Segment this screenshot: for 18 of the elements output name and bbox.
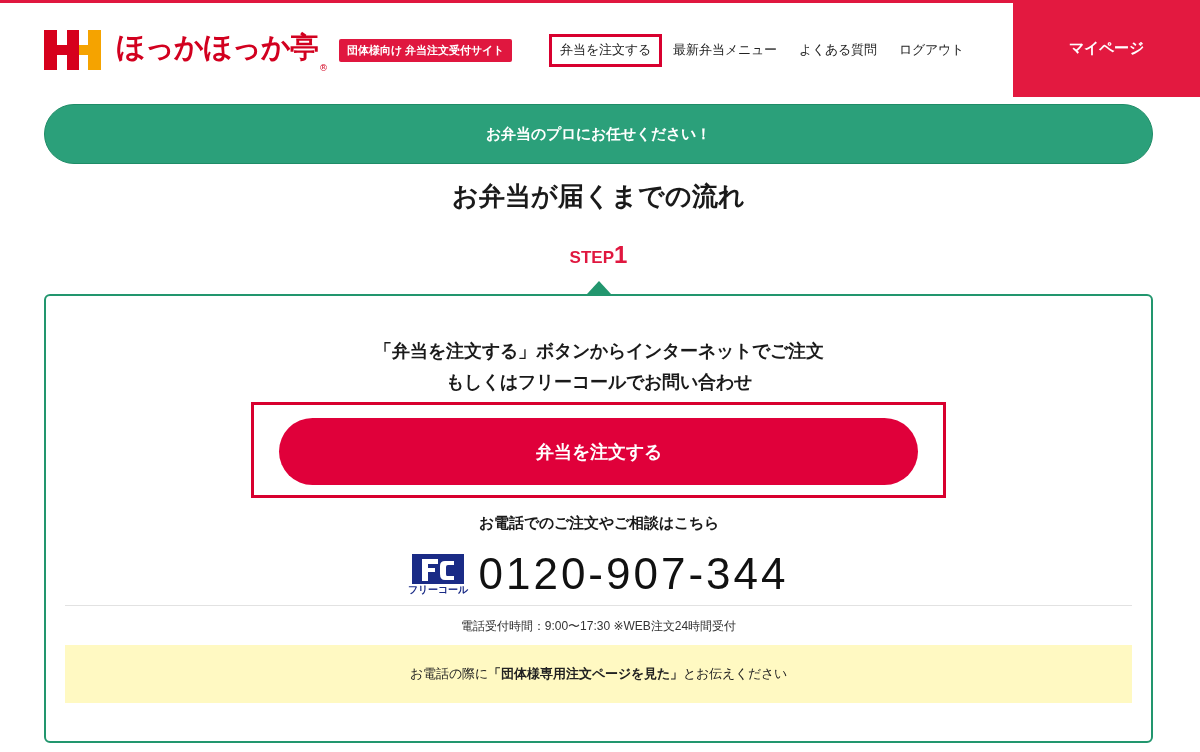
site-tagline: 団体様向け 弁当注文受付サイト: [339, 38, 513, 62]
nav-link[interactable]: 最新弁当メニュー: [662, 33, 788, 67]
phone-heading: お電話でのご注文やご相談はこちら: [478, 513, 719, 533]
nav-link[interactable]: 弁当を注文する: [549, 33, 662, 67]
order-button[interactable]: 弁当を注文する: [279, 418, 918, 485]
freecall-mark-icon: [412, 553, 465, 584]
section-title: お弁当が届くまでの流れ: [452, 181, 745, 213]
intro-text: 「弁当を注文する」ボタンからインターネットでご注文 もしくはフリーコールでお問い合わせ: [373, 340, 824, 394]
notice-text: お電話の際に「団体様専用注文ページを見た」とお伝えください: [410, 665, 787, 683]
step-label: STEP1: [569, 241, 628, 270]
mypage-button[interactable]: マイページ: [1013, 0, 1200, 97]
hh-logo-icon: [44, 30, 101, 70]
banner: お弁当のプロにお任せください！: [44, 104, 1153, 164]
hours-text: 電話受付時間：9:00〜17:30 ※WEB注文24時間受付: [460, 618, 737, 635]
nav-link[interactable]: よくある質問: [788, 33, 888, 67]
nav-link[interactable]: ログアウト: [888, 33, 975, 67]
freecall-label: フリーコール: [408, 583, 469, 595]
phone-number: 0120-907-344: [478, 552, 789, 596]
